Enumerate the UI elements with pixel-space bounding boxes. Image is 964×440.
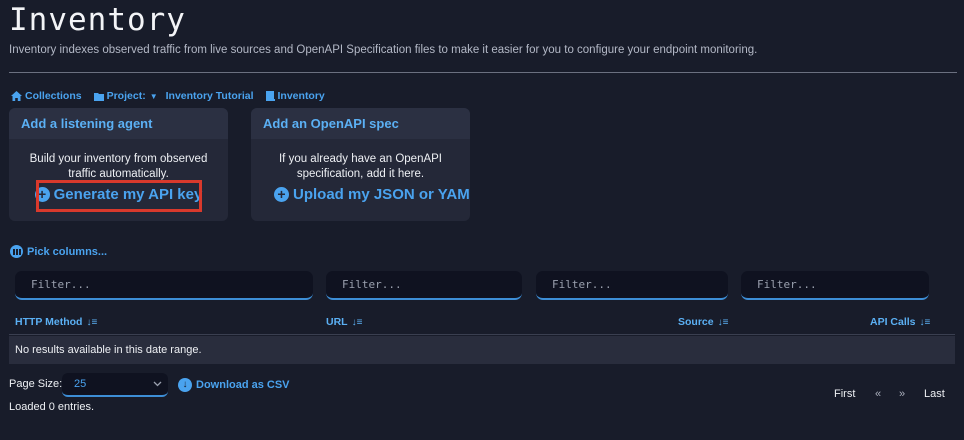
column-header-http-method[interactable]: HTTP Method ↓≡: [15, 316, 97, 328]
openapi-card-title: Add an OpenAPI spec: [251, 108, 470, 139]
breadcrumb: Collections Project: ▼ Inventory Tutoria…: [11, 90, 337, 102]
breadcrumb-project-name[interactable]: Inventory Tutorial: [166, 90, 254, 102]
filter-http-method: [15, 271, 313, 300]
openapi-text-1: If you already have an OpenAPI: [278, 153, 443, 165]
column-header-api-calls[interactable]: API Calls ↓≡: [870, 316, 930, 328]
breadcrumb-inventory-label: Inventory: [277, 90, 325, 102]
chevron-down-icon: [153, 381, 162, 387]
filter-source-input[interactable]: [536, 271, 728, 298]
chevron-down-icon[interactable]: ▼: [150, 92, 158, 101]
breadcrumb-collections-label: Collections: [25, 90, 82, 102]
column-header-source-label: Source: [678, 316, 714, 328]
filter-url-input[interactable]: [326, 271, 522, 298]
pager-first[interactable]: First: [834, 388, 855, 400]
listening-agent-card-title: Add a listening agent: [9, 108, 228, 139]
highlight-box: [36, 180, 202, 212]
loaded-count: Loaded 0 entries.: [9, 401, 95, 413]
column-header-url[interactable]: URL ↓≡: [326, 316, 362, 328]
pager-next[interactable]: »: [899, 388, 905, 400]
pick-columns-label: Pick columns...: [27, 245, 108, 258]
columns-icon: [10, 245, 23, 258]
column-header-api-calls-label: API Calls: [870, 316, 916, 328]
sort-icon: ↓≡: [717, 316, 729, 328]
sort-icon: ↓≡: [351, 316, 363, 328]
page-subtitle: Inventory indexes observed traffic from …: [9, 44, 758, 56]
breadcrumb-project[interactable]: Project: ▼: [93, 90, 166, 102]
header-divider: [9, 72, 957, 73]
filter-api-calls: [741, 271, 929, 300]
breadcrumb-collections[interactable]: Collections: [11, 90, 82, 102]
filter-api-calls-input[interactable]: [741, 271, 929, 298]
upload-spec-button[interactable]: + Upload my JSON or YAML file: [274, 187, 470, 202]
pager-last[interactable]: Last: [924, 388, 945, 400]
column-header-url-label: URL: [326, 316, 348, 328]
filter-http-method-input[interactable]: [15, 271, 313, 298]
sort-icon: ↓≡: [919, 316, 931, 328]
download-csv-button[interactable]: ↓ Download as CSV: [178, 378, 290, 392]
breadcrumb-project-label: Project:: [106, 90, 146, 102]
book-icon: [265, 91, 275, 101]
pager-prev[interactable]: «: [875, 388, 881, 400]
openapi-text-2: specification, add it here.: [296, 168, 425, 180]
download-icon: ↓: [178, 378, 192, 392]
table-empty-row: No results available in this date range.: [9, 336, 955, 364]
page-size-label: Page Size:: [9, 378, 63, 390]
breadcrumb-inventory[interactable]: Inventory: [265, 90, 325, 102]
column-header-source[interactable]: Source ↓≡: [678, 316, 728, 328]
table-header-divider: [9, 334, 955, 335]
page-size-select[interactable]: 25: [62, 373, 168, 397]
upload-spec-label: Upload my JSON or YAML file: [293, 186, 470, 203]
listening-agent-text-1: Build your inventory from observed: [29, 153, 208, 165]
download-csv-label: Download as CSV: [196, 379, 290, 391]
sort-descending-icon: ↓≡: [86, 316, 98, 328]
openapi-card: Add an OpenAPI spec If you already have …: [251, 108, 470, 221]
page-size-value: 25: [74, 378, 87, 390]
page-title: Inventory: [9, 2, 186, 38]
folder-icon: [93, 92, 104, 101]
home-icon: [11, 91, 22, 101]
pick-columns-button[interactable]: Pick columns...: [10, 245, 107, 258]
plus-circle-icon: +: [274, 187, 289, 202]
filter-url: [326, 271, 522, 300]
filter-source: [536, 271, 728, 300]
column-header-http-method-label: HTTP Method: [15, 316, 83, 328]
